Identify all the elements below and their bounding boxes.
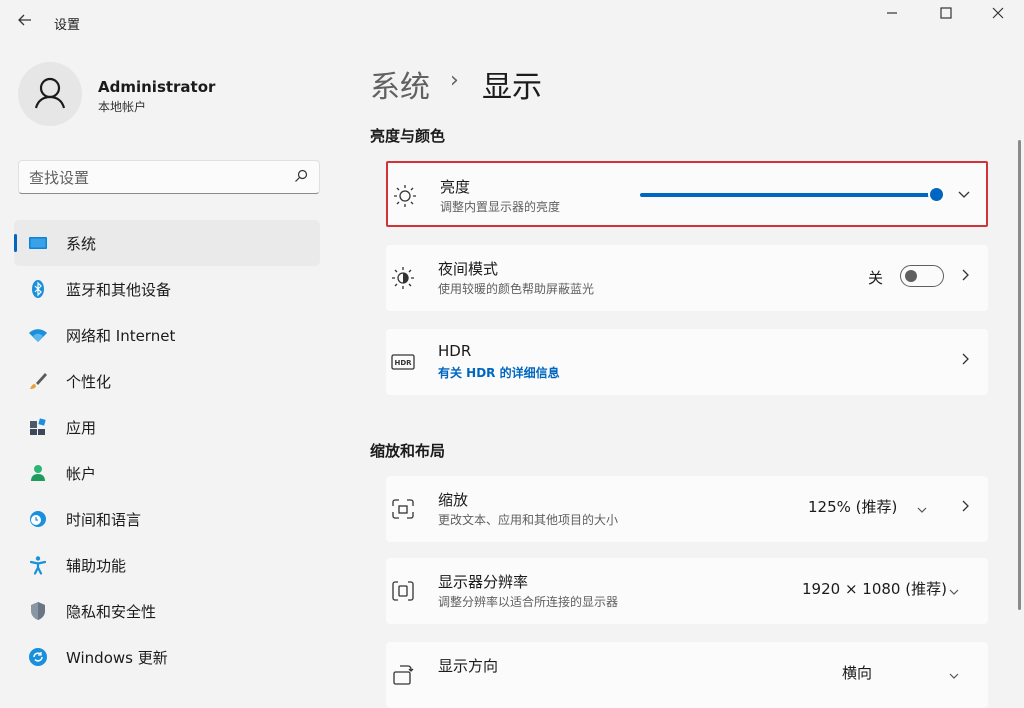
brightness-card[interactable]: 亮度 调整内置显示器的亮度 [386, 161, 988, 227]
scale-icon [390, 496, 416, 522]
sidebar-item-label: 隐私和安全性 [66, 603, 157, 621]
account-type: 本地帐户 [98, 100, 147, 114]
night-light-subtitle: 使用较暖的颜色帮助屏蔽蓝光 [438, 282, 595, 296]
breadcrumb-parent[interactable]: 系统 [370, 62, 430, 106]
svg-text:HDR: HDR [394, 359, 412, 367]
scale-subtitle: 更改文本、应用和其他项目的大小 [438, 513, 619, 527]
clock-globe-icon [28, 509, 48, 529]
accessibility-icon [28, 555, 48, 575]
brush-icon [28, 371, 48, 391]
night-light-toggle[interactable] [900, 265, 944, 287]
apps-icon [28, 417, 48, 437]
orientation-title: 显示方向 [438, 657, 499, 675]
back-arrow-icon [18, 14, 31, 26]
sidebar-item-label: 蓝牙和其他设备 [66, 281, 172, 299]
person-icon [28, 463, 48, 483]
chevron-down-icon[interactable] [948, 667, 960, 679]
night-light-state: 关 [868, 269, 884, 287]
monitor-icon [28, 233, 48, 253]
app-title: 设置 [54, 18, 81, 33]
resolution-dropdown[interactable]: 1920 × 1080 (推荐) [802, 573, 947, 605]
sidebar-item-bluetooth[interactable]: 蓝牙和其他设备 [14, 266, 320, 312]
scale-card[interactable]: 缩放 更改文本、应用和其他项目的大小 125% (推荐) [386, 476, 988, 542]
sidebar-nav: 系统 蓝牙和其他设备 网络和 Internet 个性化 应用 帐户 时间和语言 … [14, 220, 320, 680]
active-indicator [14, 234, 17, 252]
night-light-title: 夜间模式 [438, 260, 499, 278]
update-icon [28, 647, 48, 667]
brightness-slider-track[interactable] [640, 193, 930, 197]
shield-icon [28, 601, 48, 621]
minimize-button[interactable] [872, 4, 912, 26]
night-light-icon [390, 265, 416, 291]
sidebar-item-windows-update[interactable]: Windows 更新 [14, 634, 320, 680]
sidebar-item-system[interactable]: 系统 [14, 220, 320, 266]
sidebar-item-privacy[interactable]: 隐私和安全性 [14, 588, 320, 634]
orientation-dropdown[interactable]: 横向 [842, 657, 872, 689]
wifi-icon [28, 325, 48, 345]
brightness-slider-thumb[interactable] [930, 188, 943, 201]
sidebar-item-accounts[interactable]: 帐户 [14, 450, 320, 496]
maximize-icon [940, 7, 952, 19]
page-title: 显示 [482, 70, 542, 105]
person-icon [34, 77, 66, 109]
orientation-icon [390, 662, 416, 688]
sidebar-item-label: 个性化 [66, 373, 112, 391]
chevron-right-icon[interactable] [958, 267, 974, 283]
scale-title: 缩放 [438, 491, 469, 509]
search-input[interactable] [27, 167, 291, 189]
search-icon[interactable] [293, 168, 309, 188]
sidebar-item-label: 帐户 [66, 465, 97, 483]
sidebar-item-label: 网络和 Internet [66, 327, 176, 345]
sidebar-item-time-language[interactable]: 时间和语言 [14, 496, 320, 542]
scale-dropdown[interactable]: 125% (推荐) [808, 491, 897, 523]
section-heading-brightness-color: 亮度与颜色 [370, 127, 446, 145]
section-heading-scale-layout: 缩放和布局 [370, 442, 446, 460]
orientation-card[interactable]: 显示方向 横向 [386, 642, 988, 708]
resolution-card[interactable]: 显示器分辨率 调整分辨率以适合所连接的显示器 1920 × 1080 (推荐) [386, 558, 988, 624]
hdr-learn-more-link[interactable]: 有关 HDR 的详细信息 [438, 364, 560, 381]
resolution-subtitle: 调整分辨率以适合所连接的显示器 [438, 595, 619, 609]
chevron-down-icon[interactable] [948, 583, 960, 595]
night-light-card[interactable]: 夜间模式 使用较暖的颜色帮助屏蔽蓝光 关 [386, 245, 988, 311]
sidebar-item-apps[interactable]: 应用 [14, 404, 320, 450]
bluetooth-icon [28, 279, 48, 299]
toggle-knob [905, 270, 917, 282]
sidebar-item-personalization[interactable]: 个性化 [14, 358, 320, 404]
chevron-right-icon[interactable] [958, 498, 974, 514]
minimize-icon [887, 12, 897, 14]
sidebar-item-accessibility[interactable]: 辅助功能 [14, 542, 320, 588]
hdr-icon: HDR [390, 349, 416, 375]
sidebar-item-label: Windows 更新 [66, 649, 168, 667]
back-button[interactable] [14, 12, 36, 34]
brightness-subtitle: 调整内置显示器的亮度 [440, 200, 561, 214]
sidebar-item-label: 系统 [66, 235, 97, 253]
hdr-card[interactable]: HDR HDR 有关 HDR 的详细信息 [386, 329, 988, 395]
brightness-title: 亮度 [440, 178, 471, 196]
sidebar-item-label: 时间和语言 [66, 511, 142, 529]
chevron-right-icon[interactable] [958, 351, 974, 367]
resolution-title: 显示器分辨率 [438, 573, 529, 591]
avatar[interactable] [18, 62, 82, 126]
chevron-down-icon[interactable] [916, 501, 928, 513]
sidebar-item-label: 应用 [66, 419, 97, 437]
sidebar-item-label: 辅助功能 [66, 557, 127, 575]
account-name: Administrator [98, 78, 216, 96]
resolution-icon [390, 578, 416, 604]
hdr-title: HDR [438, 342, 472, 360]
chevron-down-icon[interactable] [956, 187, 972, 203]
close-icon [992, 7, 1004, 19]
sidebar-item-network[interactable]: 网络和 Internet [14, 312, 320, 358]
maximize-button[interactable] [926, 4, 966, 26]
scrollbar[interactable] [1018, 140, 1021, 610]
close-button[interactable] [978, 4, 1018, 26]
search-box[interactable] [18, 160, 320, 194]
sun-icon [392, 183, 418, 209]
breadcrumb-separator: › [450, 68, 459, 93]
